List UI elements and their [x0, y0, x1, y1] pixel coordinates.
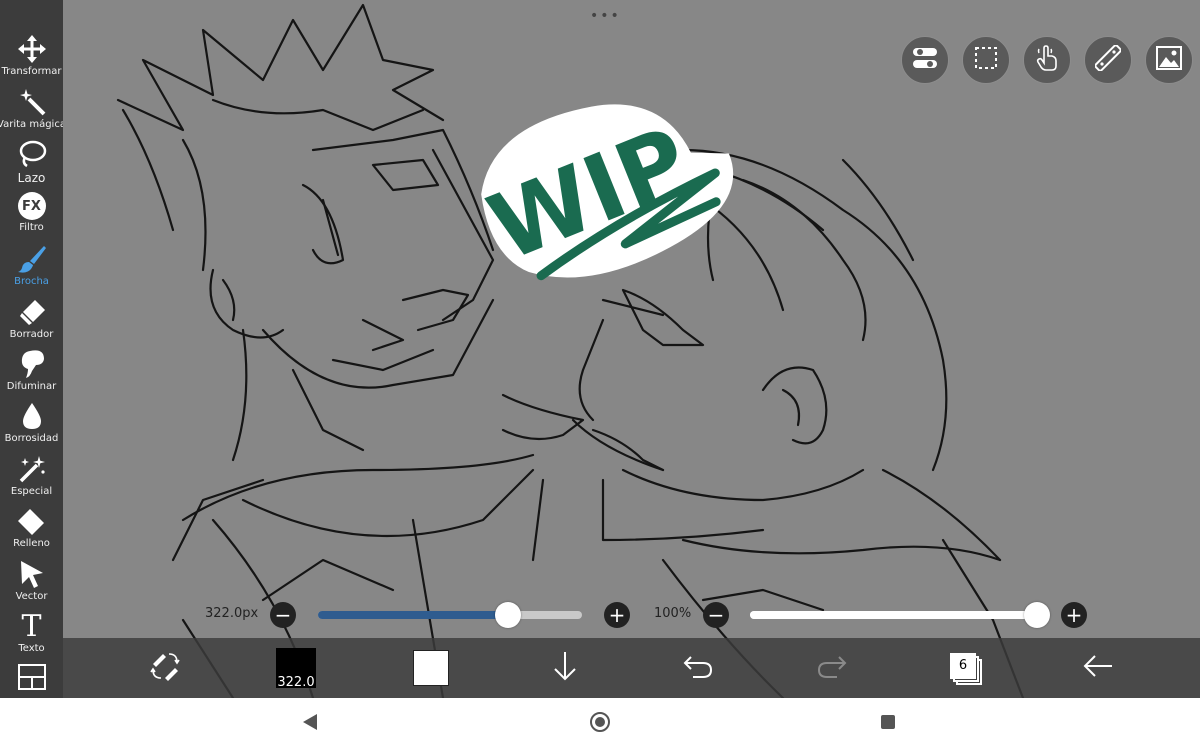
brush-size-fill [318, 611, 509, 619]
tool-label: Difuminar [6, 381, 57, 392]
ruler-icon [1094, 44, 1122, 75]
minus-icon: − [707, 603, 725, 627]
nav-home-button[interactable] [587, 711, 613, 737]
back-arrow-icon [1082, 653, 1114, 683]
tool-more[interactable] [0, 662, 63, 696]
tool-label: Lazo [17, 171, 46, 185]
color-swatch-icon [413, 650, 449, 686]
nav-recents-button[interactable] [875, 711, 901, 737]
swap-pen-eraser-icon [149, 650, 181, 686]
color-swatch-button[interactable] [409, 638, 453, 698]
download-arrow-icon [552, 650, 578, 686]
tool-especial[interactable]: Especial [0, 454, 63, 506]
sparkle-wand-icon [17, 454, 47, 484]
tool-difuminar[interactable]: Difuminar [0, 349, 63, 401]
tool-label: Borrador [9, 329, 54, 340]
tool-relleno[interactable]: Relleno [0, 506, 63, 558]
image-material-button[interactable] [1145, 36, 1193, 84]
back-button[interactable] [1078, 638, 1118, 698]
save-download-button[interactable] [547, 638, 583, 698]
move-arrows-icon [17, 34, 47, 64]
tool-transformar[interactable]: Transformar [0, 34, 63, 86]
tool-label: Varita mágica [0, 119, 66, 130]
tool-lazo[interactable]: Lazo [0, 139, 63, 191]
text-icon-glyph: T [21, 608, 42, 644]
lasso-icon [17, 139, 47, 169]
image-material-icon [1156, 46, 1182, 74]
selection-icon [974, 46, 998, 74]
tool-label: Especial [10, 486, 53, 497]
tool-borrador[interactable]: Borrador [0, 297, 63, 349]
undo-icon [683, 653, 713, 683]
drawing-canvas[interactable]: WIP ••• 322.0px − + 100% − + [63, 0, 1200, 698]
swap-pen-eraser-button[interactable] [145, 638, 185, 698]
blur-drop-icon [17, 401, 47, 431]
tool-texto[interactable]: T Texto [0, 608, 63, 663]
tool-label: Filtro [19, 222, 44, 233]
touch-hand-icon [1035, 45, 1059, 75]
tool-label: Vector [15, 591, 48, 602]
brush-size-slider[interactable] [318, 602, 582, 628]
tool-label: Relleno [13, 538, 50, 549]
toggle-icon [912, 46, 938, 74]
plus-icon: + [1065, 603, 1083, 627]
nav-back-button[interactable] [297, 711, 323, 737]
nav-back-icon [301, 713, 319, 735]
nav-recents-icon [879, 713, 897, 735]
canvas-menu-dots[interactable]: ••• [590, 8, 621, 24]
tool-filtro[interactable]: FX Filtro [0, 192, 63, 244]
fill-bucket-icon [17, 506, 47, 536]
tool-label: Texto [18, 643, 45, 654]
undo-button[interactable] [678, 638, 718, 698]
text-icon: T [17, 608, 47, 644]
selection-button[interactable] [962, 36, 1010, 84]
plus-icon: + [608, 603, 626, 627]
toggle-settings-button[interactable] [901, 36, 949, 84]
touch-mode-button[interactable] [1023, 36, 1071, 84]
cursor-arrow-icon [17, 559, 47, 589]
system-navigation-bar [0, 698, 1200, 750]
brush-preview-button[interactable]: 322.0 [274, 638, 318, 698]
opacity-knob[interactable] [1024, 602, 1050, 628]
tool-label: Brocha [14, 276, 49, 287]
sketch-artwork: WIP [116, 3, 1025, 698]
opacity-label: 100% [654, 606, 692, 621]
layers-count: 6 [950, 653, 976, 679]
brush-size-value: 322.0 [277, 675, 315, 690]
magic-wand-icon [17, 87, 47, 117]
opacity-slider[interactable] [750, 602, 1050, 628]
opacity-fill [750, 611, 1037, 619]
minus-icon: − [274, 603, 292, 627]
opacity-increase-button[interactable]: + [1061, 602, 1087, 628]
fx-icon-text: FX [22, 198, 41, 214]
opacity-decrease-button[interactable]: − [703, 602, 729, 628]
brush-icon [17, 244, 47, 274]
tool-brocha[interactable]: Brocha [0, 244, 63, 296]
redo-icon [817, 653, 847, 683]
size-increase-button[interactable]: + [604, 602, 630, 628]
brush-size-knob[interactable] [495, 602, 522, 628]
tool-label: Transformar [1, 66, 62, 77]
bottom-action-bar: 322.0 6 [63, 638, 1200, 698]
layers-icon: 6 [950, 653, 982, 685]
brush-preview-icon: 322.0 [276, 648, 316, 690]
tool-borrosidad[interactable]: Borrosidad [0, 401, 63, 453]
nav-home-icon [589, 711, 611, 737]
brush-size-label: 322.0px [205, 606, 259, 621]
fx-icon: FX [17, 192, 46, 220]
smudge-icon [17, 349, 47, 379]
tool-sidebar: Transformar Varita mágica Lazo FX Filtro… [0, 0, 66, 698]
ruler-button[interactable] [1084, 36, 1132, 84]
eraser-icon [17, 297, 47, 327]
redo-button[interactable] [812, 638, 852, 698]
tool-varita-magica[interactable]: Varita mágica [0, 87, 66, 139]
wip-sticker: WIP [475, 104, 734, 282]
tool-vector[interactable]: Vector [0, 559, 63, 611]
layers-button[interactable]: 6 [945, 638, 985, 698]
frame-divide-icon [17, 662, 47, 692]
tool-label: Borrosidad [4, 433, 59, 444]
size-decrease-button[interactable]: − [270, 602, 296, 628]
